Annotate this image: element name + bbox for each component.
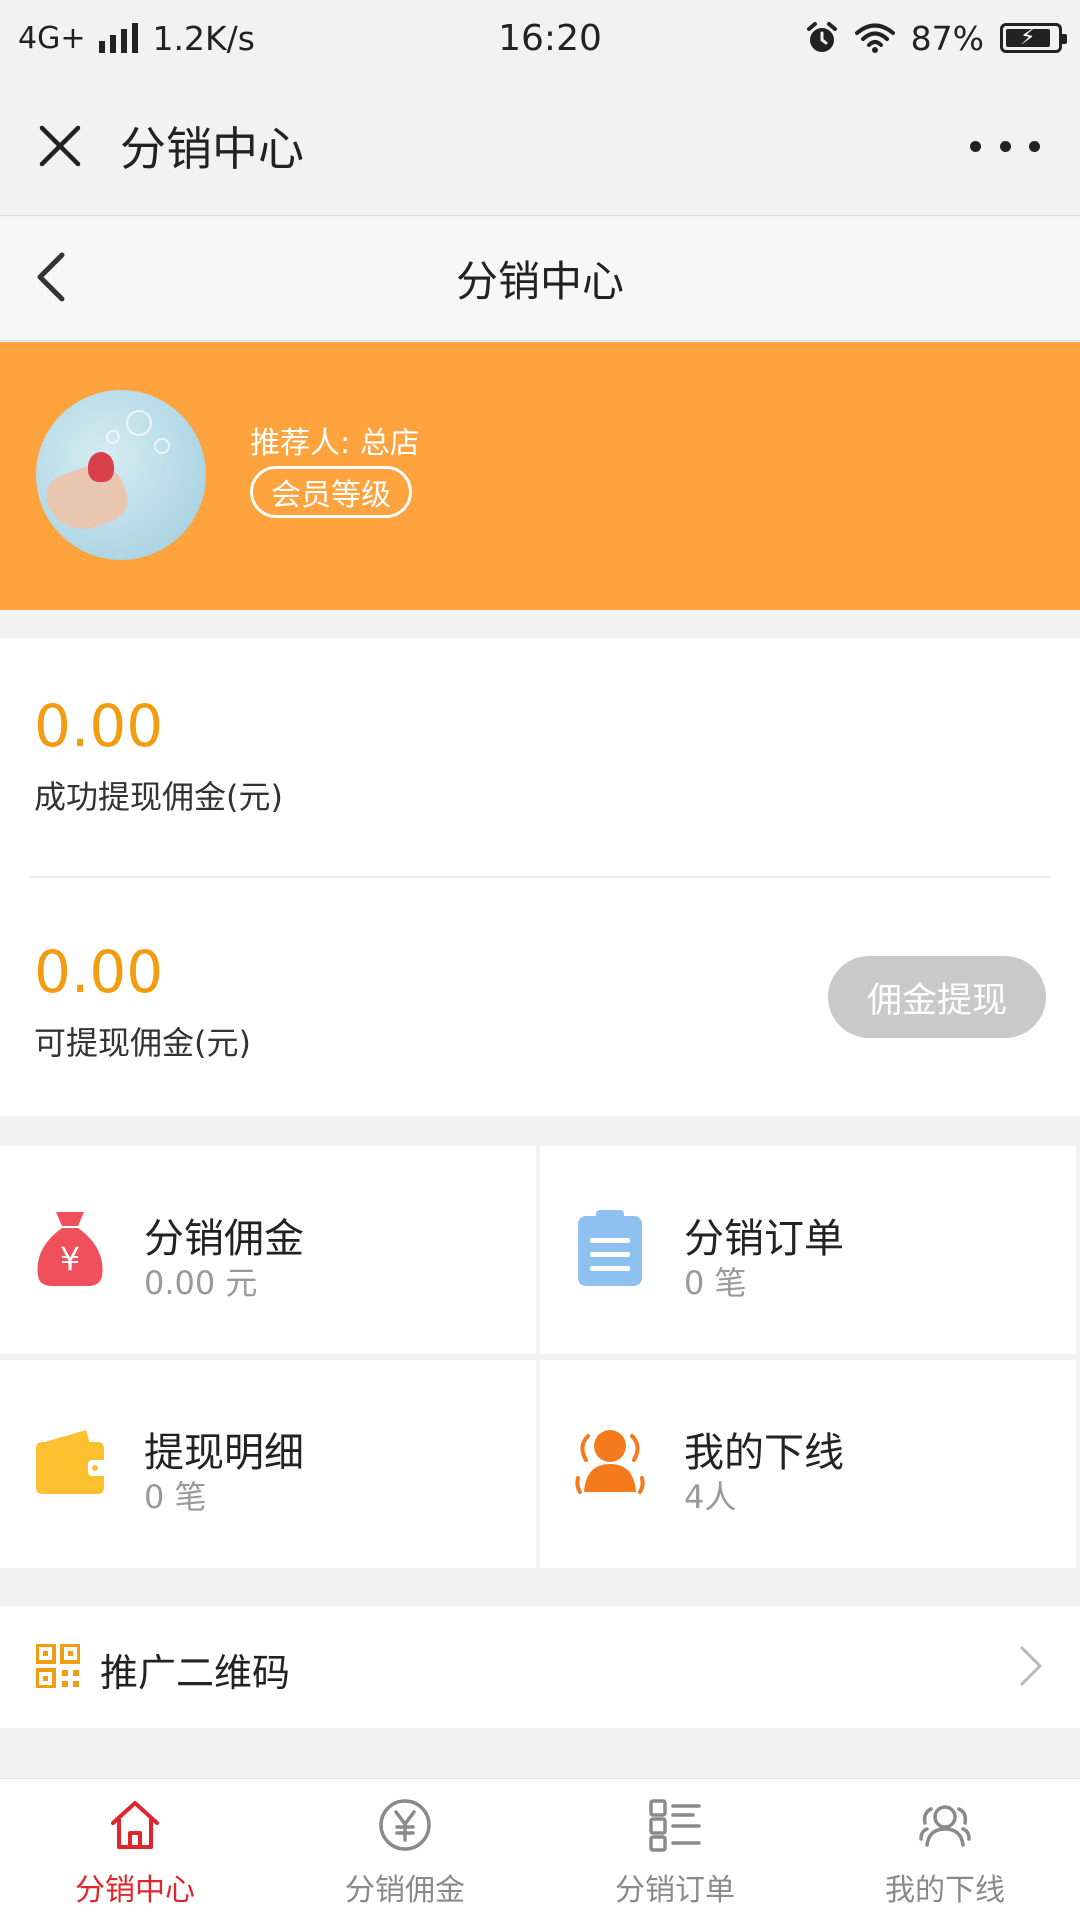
qr-code-row[interactable]: 推广二维码 xyxy=(0,1606,1080,1728)
success-commission-label: 成功提现佣金(元) xyxy=(34,778,283,816)
tab-label: 分销订单 xyxy=(615,1873,735,1908)
grid-item-title: 分销佣金 xyxy=(144,1216,304,1262)
divider xyxy=(30,876,1050,878)
success-commission-amount: 0.00 xyxy=(34,692,164,760)
tab-label: 分销中心 xyxy=(75,1873,195,1908)
alarm-icon xyxy=(806,22,837,52)
more-menu-button[interactable] xyxy=(970,126,1040,166)
referrer-label: 推荐人: 总店 xyxy=(250,426,420,461)
grid-item-title: 提现明细 xyxy=(144,1430,304,1476)
battery-percent: 87% xyxy=(910,18,984,58)
grid-item-title: 我的下线 xyxy=(684,1430,844,1476)
clipboard-icon xyxy=(578,1210,642,1286)
yen-circle-icon xyxy=(379,1799,431,1851)
signal-icon xyxy=(99,23,139,53)
grid-item-value: 0 笔 xyxy=(684,1264,747,1302)
withdraw-button[interactable]: 佣金提现 xyxy=(828,956,1046,1038)
network-speed: 1.2K/s xyxy=(152,18,255,58)
network-type: 4G+ xyxy=(18,20,86,56)
tab-downline[interactable]: 我的下线 xyxy=(810,1779,1080,1920)
qr-code-label: 推广二维码 xyxy=(100,1651,291,1695)
tab-distribution-center[interactable]: 分销中心 xyxy=(0,1779,270,1920)
chevron-right-icon xyxy=(1020,1646,1042,1686)
status-bar: 4G+ 1.2K/s 16:20 87% ⚡ xyxy=(0,0,1080,76)
chevron-left-icon xyxy=(37,252,65,302)
grid-item-value: 0.00 元 xyxy=(144,1264,258,1302)
clock: 16:20 xyxy=(498,17,602,59)
available-commission-amount: 0.00 xyxy=(34,938,164,1006)
tab-label: 我的下线 xyxy=(885,1873,1005,1908)
home-icon xyxy=(111,1801,159,1849)
member-level-badge[interactable]: 会员等级 xyxy=(250,466,412,518)
commission-card: 0.00 成功提现佣金(元) 0.00 可提现佣金(元) 佣金提现 xyxy=(0,638,1080,1116)
close-icon xyxy=(39,125,81,166)
grid-item-value: 0 笔 xyxy=(144,1478,207,1516)
battery-fill: ⚡ xyxy=(1006,25,1050,50)
profile-banner: 推荐人: 总店 会员等级 xyxy=(0,342,1080,610)
close-button[interactable] xyxy=(0,76,120,216)
users-icon xyxy=(919,1805,971,1847)
more-dot-icon xyxy=(1029,140,1040,152)
wifi-icon xyxy=(854,23,895,53)
page-header: 分销中心 xyxy=(0,217,1080,341)
wallet-icon xyxy=(36,1430,106,1494)
svg-text:¥: ¥ xyxy=(60,1240,80,1278)
avatar[interactable] xyxy=(36,390,206,560)
wechat-title: 分销中心 xyxy=(120,121,304,176)
bottom-tab-bar: 分销中心 分销佣金 分销订单 我的下线 xyxy=(0,1778,1080,1920)
team-icon xyxy=(575,1430,645,1494)
tab-orders[interactable]: 分销订单 xyxy=(540,1779,810,1920)
available-commission-label: 可提现佣金(元) xyxy=(34,1024,251,1062)
list-icon xyxy=(649,1799,701,1852)
page-title: 分销中心 xyxy=(455,257,624,306)
grid-item-value: 4人 xyxy=(684,1478,737,1516)
more-dot-icon xyxy=(999,140,1011,152)
feature-grid: ¥ 分销佣金 0.00 元 分销订单 0 笔 提现明细 0 笔 我的下线 4人 xyxy=(0,1146,1080,1570)
battery-icon: ⚡ xyxy=(1000,23,1067,53)
wechat-title-bar: 分销中心 xyxy=(0,76,1080,216)
grid-item-orders[interactable]: 分销订单 0 笔 xyxy=(540,1146,1076,1354)
grid-item-title: 分销订单 xyxy=(684,1216,844,1262)
tab-label: 分销佣金 xyxy=(345,1873,465,1908)
grid-item-withdraw-details[interactable]: 提现明细 0 笔 xyxy=(0,1360,536,1568)
back-button[interactable] xyxy=(26,245,86,309)
grid-item-downline[interactable]: 我的下线 4人 xyxy=(540,1360,1076,1568)
money-bag-icon: ¥ xyxy=(37,1212,103,1286)
qr-code-icon xyxy=(36,1644,80,1688)
more-dot-icon xyxy=(970,140,981,152)
grid-item-commission[interactable]: ¥ 分销佣金 0.00 元 xyxy=(0,1146,536,1354)
tab-commission[interactable]: 分销佣金 xyxy=(270,1779,540,1920)
